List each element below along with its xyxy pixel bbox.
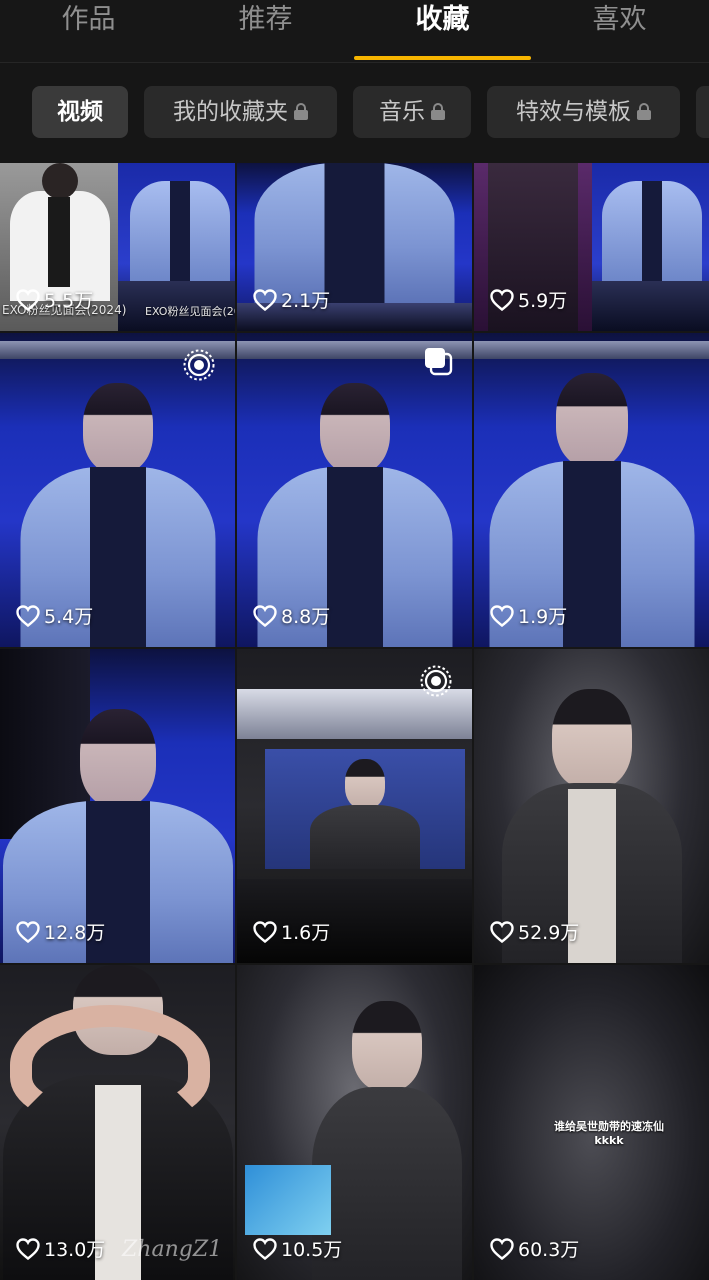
heart-icon <box>16 605 40 627</box>
like-count-value: 5.5万 <box>44 290 94 312</box>
heart-icon <box>253 921 277 943</box>
chip-effects-templates[interactable]: 特效与模板 <box>487 86 680 138</box>
tab-likes[interactable]: 喜欢 <box>531 0 708 62</box>
video-thumbnail[interactable]: EXO粉丝见面会(2024) EXO粉丝见面会(202 5.5万 <box>0 163 235 331</box>
stage-floor <box>592 281 709 331</box>
like-count: 1.9万 <box>490 603 567 631</box>
like-count-value: 8.8万 <box>281 606 331 628</box>
stage-truss <box>474 341 709 359</box>
heart-icon <box>490 605 514 627</box>
video-thumbnail[interactable]: 8.8万 <box>237 333 472 647</box>
heart-icon <box>253 1238 277 1260</box>
video-thumbnail[interactable]: 5.9万 <box>474 163 709 331</box>
like-count: 13.0万 <box>16 1236 105 1264</box>
chip-overflow[interactable] <box>696 86 709 138</box>
favorites-filter-bar: 视频 我的收藏夹 音乐 特效与模板 <box>0 63 709 163</box>
dark-shirt <box>170 181 190 281</box>
live-icon <box>420 665 452 697</box>
like-count-value: 1.6万 <box>281 922 331 944</box>
heart-icon <box>16 921 40 943</box>
profile-tab-bar: 作品 推荐 收藏 喜欢 <box>0 0 709 62</box>
like-count: 12.8万 <box>16 919 105 947</box>
chip-videos[interactable]: 视频 <box>32 86 128 138</box>
lock-icon <box>294 103 308 120</box>
like-count: 5.4万 <box>16 603 93 631</box>
watermark-text: ZhangZ1 <box>122 1237 223 1262</box>
tab-favorites[interactable]: 收藏 <box>354 0 531 62</box>
tab-likes-label: 喜欢 <box>592 4 647 35</box>
led-screen <box>265 749 465 869</box>
tab-works[interactable]: 作品 <box>0 0 177 62</box>
like-count-value: 1.9万 <box>518 606 568 628</box>
like-count: 1.6万 <box>253 919 330 947</box>
video-thumbnail[interactable]: 12.8万 <box>0 649 235 963</box>
tab-works-label: 作品 <box>61 4 116 35</box>
like-count: 8.8万 <box>253 603 330 631</box>
chip-my-collections-label: 我的收藏夹 <box>173 99 288 125</box>
like-count: 2.1万 <box>253 287 330 315</box>
heart-icon <box>490 921 514 943</box>
chip-music[interactable]: 音乐 <box>353 86 471 138</box>
active-tab-indicator <box>354 56 531 60</box>
like-count-value: 5.4万 <box>44 606 94 628</box>
figure-head <box>42 163 78 199</box>
heart-icon <box>490 1238 514 1260</box>
tab-recommend[interactable]: 推荐 <box>177 0 354 62</box>
video-thumbnail[interactable]: 10.5万 <box>237 965 472 1280</box>
like-count-value: 12.8万 <box>44 922 106 944</box>
video-thumbnail[interactable]: 5.4万 <box>0 333 235 647</box>
heart-hands <box>10 1005 210 1125</box>
video-thumbnail[interactable]: 2.1万 <box>237 163 472 331</box>
live-icon <box>183 349 215 381</box>
video-caption-line-1: 谁给吴世勋带的速冻仙 <box>554 1120 664 1133</box>
video-thumbnail[interactable]: ZhangZ1 13.0万 <box>0 965 235 1280</box>
video-thumbnail[interactable]: 1.9万 <box>474 333 709 647</box>
video-grid: EXO粉丝见面会(2024) EXO粉丝见面会(202 5.5万 2.1万 5.… <box>0 163 709 1280</box>
heart-icon <box>253 289 277 311</box>
like-count-value: 10.5万 <box>281 1239 343 1261</box>
chip-videos-label: 视频 <box>57 99 103 125</box>
like-count-value: 52.9万 <box>518 922 580 944</box>
chip-music-label: 音乐 <box>379 99 425 125</box>
heart-icon <box>253 605 277 627</box>
like-count-value: 60.3万 <box>518 1239 580 1261</box>
chip-my-collections[interactable]: 我的收藏夹 <box>144 86 337 138</box>
jacket-lapel <box>48 197 70 287</box>
thumbnail-right-panel <box>592 163 709 331</box>
heart-icon <box>16 1238 40 1260</box>
tab-favorites-label: 收藏 <box>415 4 470 35</box>
heart-icon <box>490 289 514 311</box>
video-thumbnail[interactable]: 谁给吴世勋带的速冻仙 kkkk 60.3万 <box>474 965 709 1280</box>
video-thumbnail[interactable]: 1.6万 <box>237 649 472 963</box>
chip-effects-templates-label: 特效与模板 <box>516 99 631 125</box>
like-count: 52.9万 <box>490 919 579 947</box>
dark-shirt <box>642 181 662 281</box>
thumbnail-overlay-text-right: EXO粉丝见面会(202 <box>145 305 235 318</box>
like-count: 60.3万 <box>490 1236 579 1264</box>
like-count-value: 2.1万 <box>281 290 331 312</box>
like-count-value: 13.0万 <box>44 1239 106 1261</box>
video-thumbnail[interactable]: 52.9万 <box>474 649 709 963</box>
like-count-value: 5.9万 <box>518 290 568 312</box>
like-count: 5.5万 <box>16 287 93 315</box>
tab-recommend-label: 推荐 <box>238 4 293 35</box>
lock-icon <box>431 103 445 120</box>
screen-figure <box>310 759 420 869</box>
fan-bag <box>245 1165 331 1235</box>
video-caption-line-2: kkkk <box>594 1134 624 1147</box>
lock-icon <box>637 103 651 120</box>
like-count: 5.9万 <box>490 287 567 315</box>
heart-icon <box>16 289 40 311</box>
like-count: 10.5万 <box>253 1236 342 1264</box>
multi-image-icon <box>425 348 453 376</box>
